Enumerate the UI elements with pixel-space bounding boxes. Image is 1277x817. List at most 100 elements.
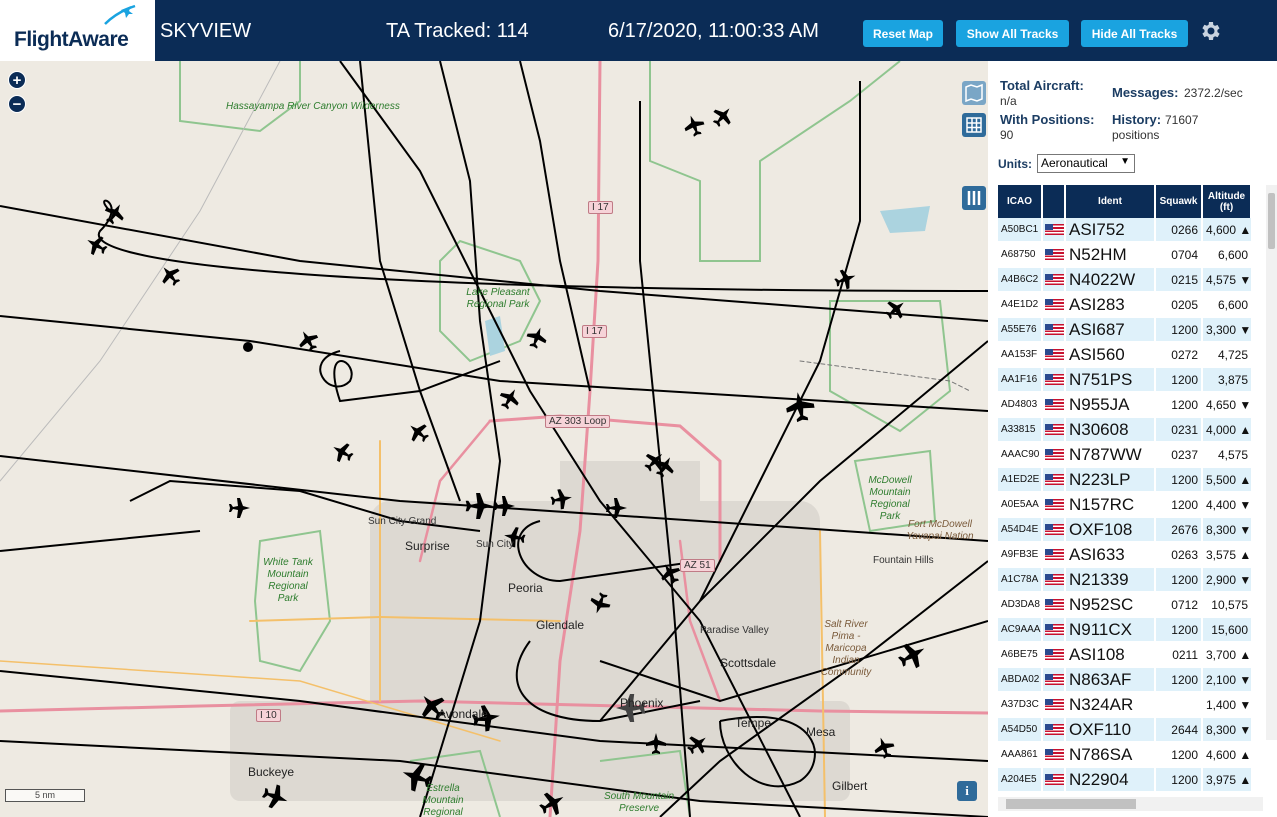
label-surprise: Surprise — [405, 539, 450, 553]
table-row[interactable]: A1C78A N21339 1200 2,900 ▼ — [998, 567, 1251, 593]
map-layers-icon[interactable] — [962, 81, 986, 105]
messages-label: Messages: — [1112, 85, 1179, 100]
table-cell-flag — [1042, 467, 1066, 493]
table-row[interactable]: AD4803 N955JA 1200 4,650 ▼ — [998, 392, 1251, 418]
table-cell-altitude: 4,575 ▼ — [1202, 267, 1251, 293]
shield-az303: AZ 303 Loop — [545, 415, 611, 428]
table-cell-flag — [1042, 517, 1066, 543]
zoom-in-button[interactable]: + — [8, 71, 26, 89]
table-cell-icao: A6BE75 — [998, 642, 1043, 668]
app-title: SKYVIEW — [160, 20, 252, 42]
table-row[interactable]: A0E5AA N157RC 1200 4,400 ▼ — [998, 492, 1251, 518]
shield-i17: I 17 — [582, 325, 607, 338]
table-cell-altitude: 2,900 ▼ — [1202, 567, 1251, 593]
col-header-altitude[interactable]: Altitude (ft) — [1202, 185, 1252, 218]
table-cell-ident: N952SC — [1065, 592, 1156, 618]
water-bodies — [485, 206, 930, 356]
grid-icon[interactable] — [962, 113, 986, 137]
table-cell-ident: N324AR — [1065, 692, 1156, 718]
table-cell-icao: A33815 — [998, 417, 1043, 443]
table-row[interactable]: AAAC90 N787WW 0237 4,575 — [998, 442, 1251, 468]
table-cell-squawk: 0266 — [1155, 218, 1203, 243]
table-row[interactable]: A37D3C N324AR 1,400 ▼ — [998, 692, 1251, 718]
map-canvas[interactable]: Hassayampa River Canyon Wilderness Lake … — [0, 61, 988, 817]
table-cell-altitude: 3,575 ▲ — [1202, 542, 1251, 568]
label-fort-mcdowell: Fort McDowell Yavapai Nation — [906, 519, 974, 542]
aircraft-table: ICAO Ident Squawk Altitude (ft) A50BC1 AS… — [998, 185, 1252, 793]
label-white-tank: White Tank Mountain Regional Park — [263, 557, 313, 604]
logo-text: FlightAware — [14, 28, 129, 51]
col-header-flag[interactable] — [1042, 185, 1066, 218]
zoom-out-button[interactable]: − — [8, 95, 26, 113]
label-phoenix: Phoenix — [620, 696, 664, 710]
table-cell-altitude: 2,100 ▼ — [1202, 667, 1251, 693]
reset-map-button[interactable]: Reset Map — [863, 20, 943, 47]
col-header-squawk[interactable]: Squawk — [1155, 185, 1203, 218]
table-row[interactable]: A33815 N30608 0231 4,000 ▲ — [998, 417, 1251, 443]
table-row[interactable]: A54D50 OXF110 2644 8,300 ▼ — [998, 717, 1251, 743]
table-row[interactable]: A68750 N52HM 0704 6,600 — [998, 242, 1251, 268]
table-row[interactable]: A55E76 ASI687 1200 3,300 ▼ — [998, 317, 1251, 343]
us-flag-icon — [1045, 723, 1063, 735]
table-row[interactable]: A6BE75 ASI108 0211 3,700 ▲ — [998, 642, 1251, 668]
vertical-scrollbar[interactable] — [1266, 185, 1277, 740]
table-row[interactable]: AA153F ASI560 0272 4,725 — [998, 342, 1251, 368]
table-row[interactable]: A4B6C2 N4022W 0215 4,575 ▼ — [998, 267, 1251, 293]
table-cell-flag — [1042, 242, 1066, 268]
table-cell-icao: ABDA02 — [998, 667, 1043, 693]
col-header-ident[interactable]: Ident — [1065, 185, 1156, 218]
label-glendale: Glendale — [536, 618, 585, 632]
horizontal-scrollbar[interactable] — [998, 797, 1263, 811]
horizontal-scroll-thumb[interactable] — [1006, 799, 1136, 809]
table-row[interactable]: AA1F16 N751PS 1200 3,875 — [998, 367, 1251, 393]
label-mesa: Mesa — [806, 725, 836, 739]
table-cell-icao: A55E76 — [998, 317, 1043, 343]
total-aircraft-label: Total Aircraft: — [1000, 78, 1084, 93]
table-row[interactable]: AC9AAA N911CX 1200 15,600 — [998, 617, 1251, 643]
hide-all-tracks-button[interactable]: Hide All Tracks — [1081, 20, 1188, 47]
col-header-icao[interactable]: ICAO — [998, 185, 1043, 218]
table-cell-ident: N157RC — [1065, 492, 1156, 518]
table-cell-squawk: 0263 — [1155, 542, 1203, 568]
label-gilbert: Gilbert — [832, 779, 868, 793]
table-row[interactable]: A4E1D2 ASI283 0205 6,600 — [998, 292, 1251, 318]
table-cell-icao: A37D3C — [998, 692, 1043, 718]
gear-icon[interactable] — [1198, 19, 1222, 43]
table-cell-squawk: 0272 — [1155, 342, 1203, 368]
table-cell-flag — [1042, 692, 1066, 718]
table-row[interactable]: AAA861 N786SA 1200 4,600 ▲ — [998, 742, 1251, 768]
table-cell-ident: ASI560 — [1065, 342, 1156, 368]
table-row[interactable]: A54D4E OXF108 2676 8,300 ▼ — [998, 517, 1251, 543]
table-row[interactable]: ABDA02 N863AF 1200 2,100 ▼ — [998, 667, 1251, 693]
flightaware-logo[interactable]: FlightAware — [0, 0, 155, 61]
label-tempe: Tempe — [735, 716, 772, 730]
columns-toggle-icon[interactable] — [962, 186, 986, 210]
table-cell-squawk: 1200 — [1155, 317, 1203, 343]
table-row[interactable]: A50BC1 ASI752 0266 4,600 ▲ — [998, 218, 1251, 243]
us-flag-icon — [1045, 698, 1063, 710]
with-positions-label: With Positions: — [1000, 112, 1095, 127]
table-cell-icao: AA1F16 — [998, 367, 1043, 393]
table-cell-flag — [1042, 417, 1066, 443]
units-select[interactable]: Aeronautical ▼ — [1037, 154, 1135, 173]
table-cell-flag — [1042, 442, 1066, 468]
table-cell-altitude: 4,000 ▲ — [1202, 417, 1251, 443]
table-cell-flag — [1042, 367, 1066, 393]
table-cell-squawk — [1155, 692, 1203, 718]
shield-i10: I 10 — [256, 709, 281, 722]
messages-value: 2372.2/sec — [1184, 86, 1243, 100]
us-flag-icon — [1045, 448, 1063, 460]
table-cell-ident: N52HM — [1065, 242, 1156, 268]
table-cell-ident: N223LP — [1065, 467, 1156, 493]
show-all-tracks-button[interactable]: Show All Tracks — [956, 20, 1069, 47]
top-header: FlightAware SKYVIEW TA Tracked: 114 6/17… — [0, 0, 1277, 61]
history-value: 71607 — [1165, 113, 1199, 127]
table-row[interactable]: A204E5 N22904 1200 3,975 ▲ — [998, 767, 1251, 793]
table-row[interactable]: A1ED2E N223LP 1200 5,500 ▲ — [998, 467, 1251, 493]
aircraft-rows: A50BC1 ASI752 0266 4,600 ▲ A68750 N52HM 0704 6,… — [998, 218, 1251, 793]
table-row[interactable]: A9FB3E ASI633 0263 3,575 ▲ — [998, 542, 1251, 568]
table-row[interactable]: AD3DA8 N952SC 0712 10,575 — [998, 592, 1251, 618]
vertical-scroll-thumb[interactable] — [1268, 193, 1275, 249]
info-icon[interactable]: i — [957, 781, 977, 801]
table-cell-altitude: 4,575 — [1202, 442, 1251, 468]
